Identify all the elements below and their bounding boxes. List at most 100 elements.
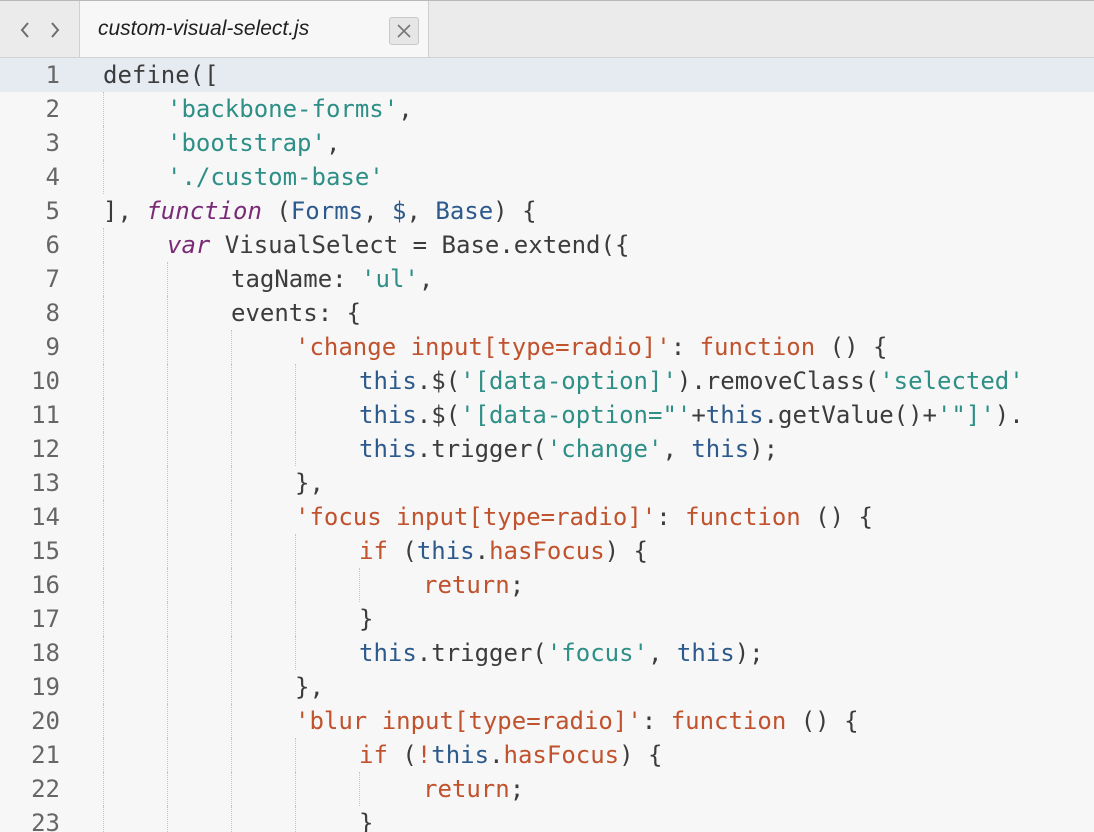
code-token: : (641, 707, 671, 735)
code-line[interactable]: 1 define([ (0, 58, 1094, 92)
code-token: : (656, 503, 686, 531)
code-line[interactable]: 18 this.trigger('focus', this); (0, 636, 1094, 670)
code-line[interactable]: 17} (0, 602, 1094, 636)
code-line[interactable]: 11 this.$('[data-option="'+this.getValue(… (0, 398, 1094, 432)
code-line[interactable]: 14 'focus input[type=radio]': function ()… (0, 500, 1094, 534)
line-number: 5 (45, 197, 60, 225)
code-line[interactable]: 21 if (!this.hasFocus) { (0, 738, 1094, 772)
code-token: , (648, 639, 677, 667)
code-line[interactable]: 15 if (this.hasFocus) { (0, 534, 1094, 568)
indent-guide (103, 806, 104, 832)
code-line[interactable]: 7 tagName: 'ul', (0, 262, 1094, 296)
code-token: , (363, 197, 393, 225)
indent-guide (295, 806, 296, 832)
indent-guide (103, 126, 104, 160)
code-text: this.trigger('focus', this); (359, 636, 764, 670)
indent-guide (103, 568, 104, 602)
code-line[interactable]: 16 return; (0, 568, 1094, 602)
code-line[interactable]: 20 'blur input[type=radio]': function () … (0, 704, 1094, 738)
code-token: 'change input[type=radio]' (295, 333, 671, 361)
code-token: .trigger( (416, 435, 547, 463)
code-token: 'backbone-forms' (167, 95, 399, 123)
line-number: 7 (45, 265, 60, 293)
line-number: 11 (31, 401, 60, 429)
file-tab[interactable]: custom-visual-select.js (79, 1, 429, 59)
indent-guide (231, 398, 232, 432)
code-token: ) { (604, 537, 649, 565)
code-line[interactable]: 12 this.trigger('change', this); (0, 432, 1094, 466)
line-number: 9 (45, 333, 60, 361)
tab-title: custom-visual-select.js (98, 17, 310, 40)
line-number: 15 (31, 537, 60, 565)
code-line[interactable]: 22 return; (0, 772, 1094, 806)
code-text: this.$('[data-option]').removeClass('sel… (359, 364, 1024, 398)
code-token: ( (387, 537, 417, 565)
code-token: 'change' (546, 435, 663, 463)
code-editor[interactable]: 1 define([2 'backbone-forms', 3 'bootstrap',… (0, 58, 1094, 832)
code-token: this (691, 435, 750, 463)
code-line[interactable]: 9 'change input[type=radio]': function ()… (0, 330, 1094, 364)
tab-bar: custom-visual-select.js (0, 0, 1094, 59)
code-text: }, (295, 466, 324, 500)
code-text: var VisualSelect = Base.extend({ (167, 228, 629, 262)
indent-guide (167, 296, 168, 330)
code-token: if (359, 537, 388, 565)
indent-guide (167, 602, 168, 636)
code-line[interactable]: 13}, (0, 466, 1094, 500)
indent-guide (295, 738, 296, 772)
indent-guide (231, 466, 232, 500)
indent-guide (231, 500, 232, 534)
line-number: 2 (45, 95, 60, 123)
code-text: this.trigger('change', this); (359, 432, 778, 466)
code-token: './custom-base' (167, 163, 384, 191)
code-token: '[data-option]' (460, 367, 677, 395)
code-token: if (359, 741, 388, 769)
line-number: 12 (31, 435, 60, 463)
code-line[interactable]: 8 events: { (0, 296, 1094, 330)
code-token: } (359, 605, 374, 633)
close-tab-button[interactable] (389, 17, 419, 45)
code-token: this (359, 435, 417, 463)
indent-guide (103, 92, 104, 126)
code-token: return (423, 571, 510, 599)
indent-guide (167, 806, 168, 832)
indent-guide (231, 432, 232, 466)
code-token: tagName: (231, 265, 362, 293)
code-token: . (474, 537, 490, 565)
code-token: ); (734, 639, 764, 667)
code-text: if (!this.hasFocus) { (359, 738, 662, 772)
code-token: + (691, 401, 706, 429)
back-button[interactable] (10, 1, 40, 59)
indent-guide (231, 670, 232, 704)
line-number: 6 (45, 231, 60, 259)
code-token: ).removeClass( (676, 367, 880, 395)
code-token: () { (815, 333, 888, 361)
code-token: Base (435, 197, 494, 225)
indent-guide (103, 466, 104, 500)
code-line[interactable]: 10 this.$('[data-option]').removeClass('s… (0, 364, 1094, 398)
indent-guide (167, 534, 168, 568)
indent-guide (103, 704, 104, 738)
indent-guide (231, 738, 232, 772)
code-line[interactable]: 19}, (0, 670, 1094, 704)
code-line[interactable]: 5], function (Forms, $, Base) { (0, 194, 1094, 228)
code-line[interactable]: 2 'backbone-forms', (0, 92, 1094, 126)
code-token: : (670, 333, 700, 361)
indent-guide (295, 432, 296, 466)
code-line[interactable]: 3 'bootstrap', (0, 126, 1094, 160)
code-line[interactable]: 6 var VisualSelect = Base.extend({ (0, 228, 1094, 262)
indent-guide (167, 670, 168, 704)
code-line[interactable]: 4 './custom-base' (0, 160, 1094, 194)
code-token: this (359, 639, 417, 667)
code-line[interactable]: 23} (0, 806, 1094, 832)
code-token: 'blur input[type=radio]' (295, 707, 642, 735)
forward-button[interactable] (40, 1, 70, 59)
indent-guide (231, 568, 232, 602)
indent-guide (103, 772, 104, 806)
indent-guide (103, 228, 104, 262)
code-token: ], (103, 197, 147, 225)
code-token: hasFocus (503, 741, 620, 769)
code-text: 'backbone-forms', (167, 92, 413, 126)
indent-guide (231, 330, 232, 364)
code-text: 'change input[type=radio]': function () … (295, 330, 887, 364)
